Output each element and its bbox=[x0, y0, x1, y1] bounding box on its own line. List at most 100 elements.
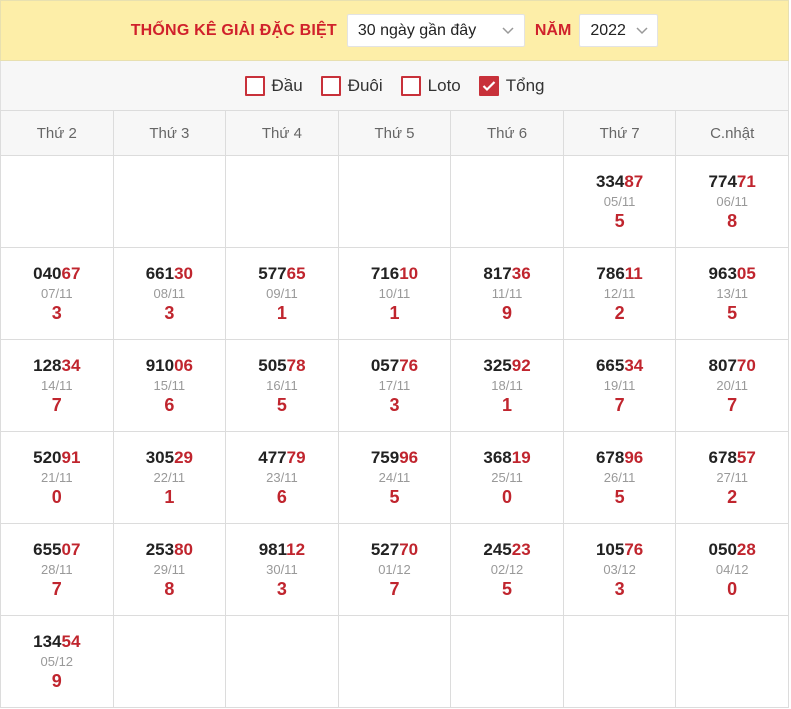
special-prize-number: 67896 bbox=[564, 448, 676, 468]
weekday-header: C.nhật bbox=[675, 110, 789, 156]
day-cell: 05028 04/12 0 bbox=[675, 523, 789, 616]
range-select[interactable]: 30 ngày gần đây bbox=[346, 14, 525, 47]
empty-cell bbox=[112, 155, 227, 248]
number-tail: 28 bbox=[736, 539, 756, 559]
number-tail: 12 bbox=[286, 539, 306, 559]
day-cell: 52770 01/12 7 bbox=[337, 523, 452, 616]
number-head: 759 bbox=[370, 447, 400, 467]
total-value: 7 bbox=[389, 578, 400, 599]
number-head: 134 bbox=[33, 631, 62, 651]
number-head: 527 bbox=[370, 539, 400, 559]
filter-bar: Đầu Đuôi Loto Tổng bbox=[0, 61, 789, 110]
day-cell: 66534 19/11 7 bbox=[562, 339, 677, 432]
number-head: 245 bbox=[483, 539, 512, 559]
number-tail: 70 bbox=[736, 355, 756, 375]
number-head: 040 bbox=[33, 263, 62, 283]
year-select[interactable]: 2022 bbox=[579, 14, 659, 47]
day-cell: 67857 27/11 2 bbox=[675, 431, 789, 524]
day-cell: 81736 11/11 9 bbox=[450, 247, 564, 340]
calendar-row: 12834 14/11 7 91006 15/11 6 50578 16/11 5 05776 17… bbox=[0, 339, 789, 432]
total-value: 2 bbox=[614, 302, 625, 323]
special-prize-number: 10576 bbox=[564, 540, 676, 560]
total-value: 7 bbox=[51, 578, 62, 599]
day-cell: 75996 24/11 5 bbox=[337, 431, 452, 524]
number-tail: 91 bbox=[61, 447, 81, 467]
special-prize-number: 57765 bbox=[226, 264, 338, 284]
number-tail: 10 bbox=[399, 263, 419, 283]
number-head: 807 bbox=[708, 355, 737, 375]
number-head: 774 bbox=[708, 171, 737, 191]
day-cell: 77471 06/11 8 bbox=[675, 155, 789, 248]
draw-date: 23/11 bbox=[266, 469, 298, 485]
number-tail: 23 bbox=[511, 539, 531, 559]
number-head: 128 bbox=[33, 355, 62, 375]
number-tail: 05 bbox=[736, 263, 756, 283]
checkbox[interactable] bbox=[400, 75, 421, 96]
special-prize-number: 66130 bbox=[114, 264, 226, 284]
filter-duoi[interactable]: Đuôi bbox=[320, 75, 383, 96]
number-tail: 06 bbox=[174, 355, 193, 375]
special-prize-number: 36819 bbox=[451, 448, 563, 468]
number-tail: 71 bbox=[736, 171, 756, 191]
empty-cell bbox=[675, 615, 789, 708]
number-head: 505 bbox=[258, 355, 287, 375]
special-prize-number: 24523 bbox=[451, 540, 563, 560]
number-head: 981 bbox=[258, 539, 287, 559]
draw-date: 19/11 bbox=[603, 377, 636, 393]
number-head: 963 bbox=[708, 263, 737, 283]
weekday-header: Thứ 6 bbox=[450, 110, 564, 156]
calendar-row: 65507 28/11 7 25380 29/11 8 98112 30/11 3 52770 01… bbox=[0, 523, 789, 616]
weekday-header: Thứ 3 bbox=[112, 110, 227, 156]
page-title: THỐNG KÊ GIẢI ĐẶC BIỆT bbox=[130, 21, 337, 39]
day-cell: 30529 22/11 1 bbox=[112, 431, 227, 524]
draw-date: 14/11 bbox=[40, 377, 73, 393]
filter-tong[interactable]: Tổng bbox=[478, 75, 545, 96]
draw-date: 25/11 bbox=[491, 469, 523, 485]
draw-date: 27/11 bbox=[716, 469, 748, 485]
number-head: 057 bbox=[370, 355, 400, 375]
number-tail: 11 bbox=[624, 263, 643, 283]
calendar-table: Thứ 2 Thứ 3 Thứ 4 Thứ 5 Thứ 6 Thứ 7 C.nh… bbox=[0, 110, 789, 708]
special-prize-number: 50578 bbox=[226, 356, 338, 376]
calendar-row: 04067 07/11 3 66130 08/11 3 57765 09/11 1 71610 10… bbox=[0, 247, 789, 340]
number-head: 325 bbox=[483, 355, 512, 375]
draw-date: 10/11 bbox=[378, 285, 411, 301]
total-value: 0 bbox=[727, 578, 738, 599]
special-prize-number: 25380 bbox=[114, 540, 226, 560]
stats-header: THỐNG KÊ GIẢI ĐẶC BIỆT 30 ngày gần đây N… bbox=[0, 0, 789, 61]
special-prize-number: 96305 bbox=[676, 264, 788, 284]
checkbox[interactable] bbox=[320, 75, 341, 96]
special-prize-number: 52770 bbox=[339, 540, 451, 560]
number-tail: 07 bbox=[61, 539, 81, 559]
special-prize-number: 65507 bbox=[1, 540, 113, 560]
draw-date: 05/12 bbox=[40, 653, 74, 669]
chevron-down-icon bbox=[502, 25, 514, 37]
special-prize-number: 98112 bbox=[226, 540, 338, 560]
special-prize-number: 66534 bbox=[564, 356, 676, 376]
total-value: 0 bbox=[51, 486, 62, 507]
draw-date: 29/11 bbox=[153, 561, 186, 577]
total-value: 6 bbox=[276, 486, 287, 507]
checkbox-checked[interactable] bbox=[478, 75, 499, 96]
day-cell: 67896 26/11 5 bbox=[562, 431, 677, 524]
day-cell: 80770 20/11 7 bbox=[675, 339, 789, 432]
weekday-header: Thứ 7 bbox=[562, 110, 677, 156]
total-value: 7 bbox=[51, 394, 62, 415]
total-value: 5 bbox=[389, 486, 400, 507]
total-value: 1 bbox=[389, 302, 400, 323]
filter-loto[interactable]: Loto bbox=[400, 75, 461, 96]
weekday-header: Thứ 4 bbox=[225, 110, 339, 156]
draw-date: 22/11 bbox=[153, 469, 186, 485]
draw-date: 21/11 bbox=[40, 469, 73, 485]
filter-dau[interactable]: Đầu bbox=[244, 75, 303, 96]
draw-date: 09/11 bbox=[266, 285, 298, 301]
draw-date: 16/11 bbox=[266, 377, 298, 393]
number-tail: 65 bbox=[286, 263, 306, 283]
day-cell: 65507 28/11 7 bbox=[0, 523, 114, 616]
day-cell: 91006 15/11 6 bbox=[112, 339, 227, 432]
number-head: 655 bbox=[33, 539, 62, 559]
draw-date: 24/11 bbox=[378, 469, 411, 485]
checkbox[interactable] bbox=[244, 75, 265, 96]
number-tail: 79 bbox=[286, 447, 306, 467]
special-prize-number: 05028 bbox=[676, 540, 788, 560]
